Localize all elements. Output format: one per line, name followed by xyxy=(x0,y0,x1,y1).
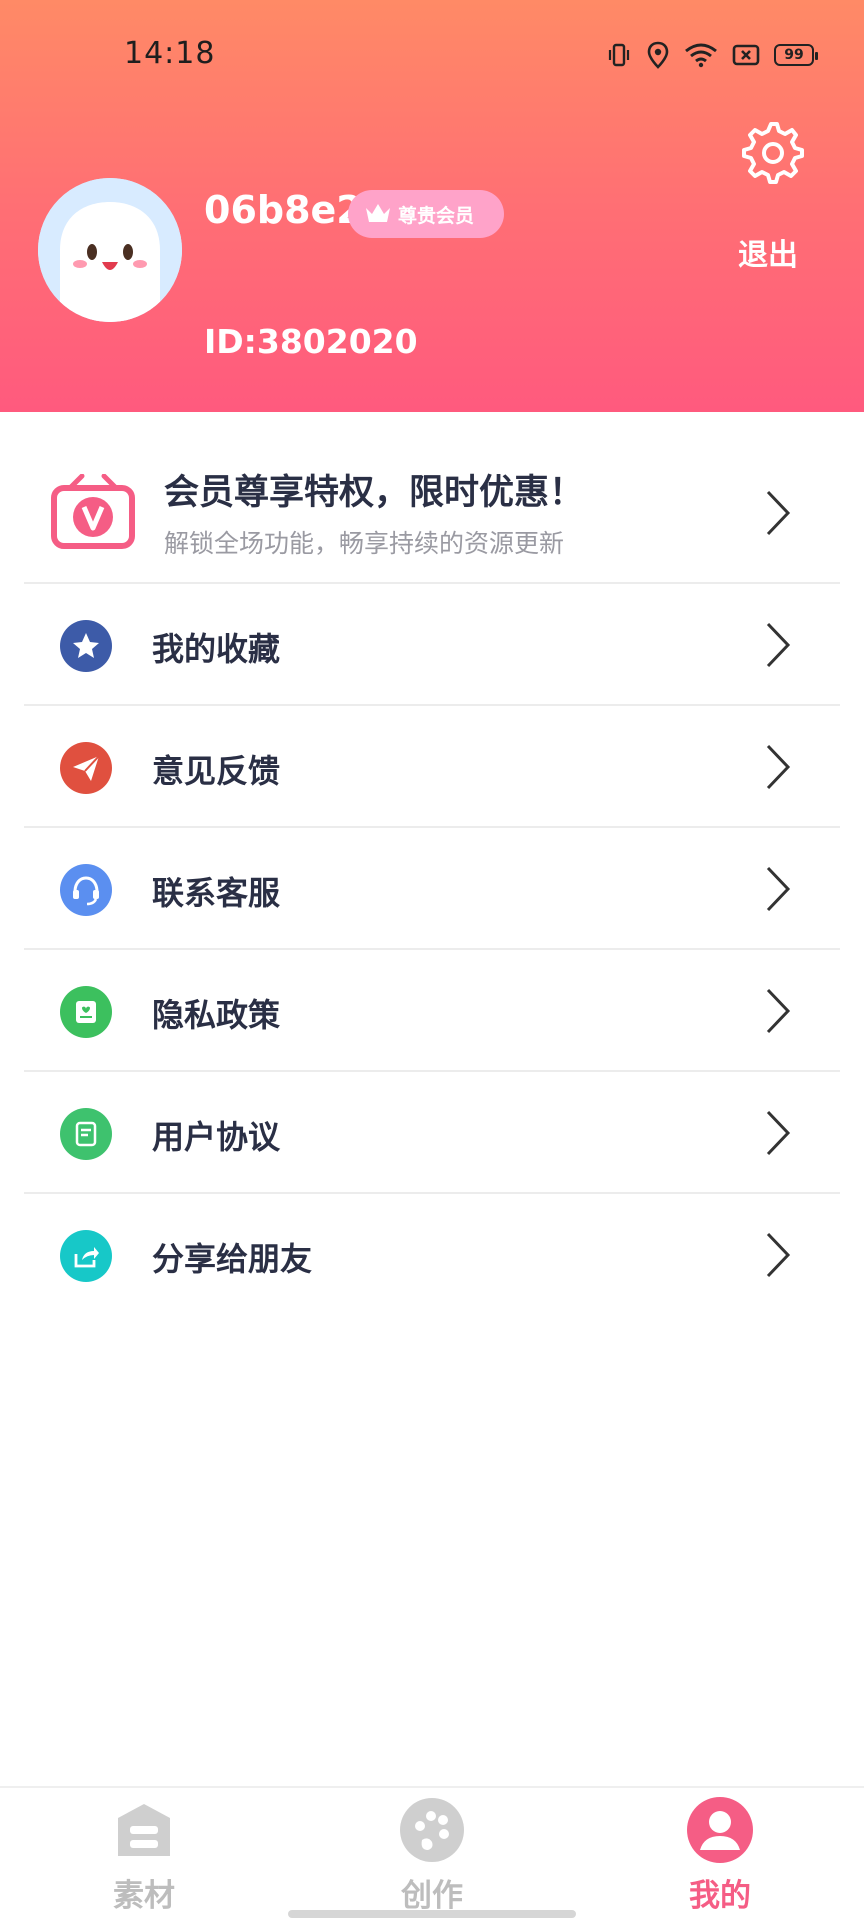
menu-item-label: 联系客服 xyxy=(152,874,281,912)
tab-create[interactable]: 创作 xyxy=(342,1788,522,1920)
chevron-right-icon xyxy=(766,1110,791,1156)
avatar[interactable] xyxy=(38,178,182,322)
menu-item-customer-service[interactable]: 联系客服 xyxy=(24,828,840,950)
menu-item-share[interactable]: 分享给朋友 xyxy=(24,1194,840,1316)
promo-subtitle: 解锁全场功能，畅享持续的资源更新 xyxy=(164,529,565,558)
tab-label: 我的 xyxy=(689,1878,751,1914)
gear-icon xyxy=(742,122,804,184)
vibrate-icon xyxy=(608,43,630,67)
menu-item-label: 意见反馈 xyxy=(152,752,281,790)
chevron-right-icon xyxy=(766,744,791,790)
material-icon xyxy=(118,1804,170,1856)
tab-label: 创作 xyxy=(401,1878,463,1914)
vip-badge[interactable]: 尊贵会员 xyxy=(348,190,504,238)
tab-material[interactable]: 素材 xyxy=(54,1788,234,1920)
menu-item-label: 我的收藏 xyxy=(152,630,281,668)
document-icon xyxy=(60,986,112,1038)
menu-item-label: 分享给朋友 xyxy=(152,1240,313,1278)
settings-button[interactable] xyxy=(742,122,804,184)
vip-promo-banner[interactable]: 会员尊享特权，限时优惠！ 解锁全场功能，畅享持续的资源更新 xyxy=(24,440,840,584)
sim-card-icon xyxy=(732,44,760,66)
profile-header: 14:18 99 06b8e2 尊贵会员 ID:3802020 退出 xyxy=(0,0,864,412)
tab-label: 素材 xyxy=(113,1878,175,1914)
wifi-icon xyxy=(685,43,717,68)
chevron-right-icon xyxy=(766,988,791,1034)
status-time: 14:18 xyxy=(124,36,216,71)
bottom-tab-bar: 素材 创作 我的 xyxy=(0,1786,864,1920)
paper-plane-icon xyxy=(60,742,112,794)
tab-mine[interactable]: 我的 xyxy=(630,1788,810,1920)
agreement-icon xyxy=(60,1108,112,1160)
menu-item-favorites[interactable]: 我的收藏 xyxy=(24,584,840,706)
star-icon xyxy=(60,620,112,672)
status-bar: 14:18 99 xyxy=(0,0,864,110)
logout-button[interactable]: 退出 xyxy=(738,230,798,274)
palette-icon xyxy=(400,1798,464,1862)
battery-icon: 99 xyxy=(774,44,818,66)
home-indicator[interactable] xyxy=(288,1910,576,1918)
location-icon xyxy=(647,41,669,69)
menu-item-feedback[interactable]: 意见反馈 xyxy=(24,706,840,828)
username: 06b8e2 xyxy=(204,188,363,232)
menu-item-user-agreement[interactable]: 用户协议 xyxy=(24,1072,840,1194)
crown-icon xyxy=(366,204,390,222)
promo-title: 会员尊享特权，限时优惠！ xyxy=(164,473,585,513)
ghost-avatar-icon xyxy=(38,178,182,322)
status-icons: 99 xyxy=(606,38,818,72)
vip-badge-label: 尊贵会员 xyxy=(398,204,475,227)
chevron-right-icon xyxy=(766,1232,791,1278)
vip-bag-icon xyxy=(51,474,135,549)
share-icon xyxy=(60,1230,112,1282)
menu-item-privacy-policy[interactable]: 隐私政策 xyxy=(24,950,840,1072)
user-icon xyxy=(687,1797,753,1863)
chevron-right-icon xyxy=(766,866,791,912)
chevron-right-icon xyxy=(766,622,791,668)
chevron-right-icon xyxy=(766,490,791,536)
headset-icon xyxy=(60,864,112,916)
menu-item-label: 隐私政策 xyxy=(152,996,281,1034)
user-id: ID:3802020 xyxy=(204,322,418,361)
menu-item-label: 用户协议 xyxy=(152,1118,281,1156)
